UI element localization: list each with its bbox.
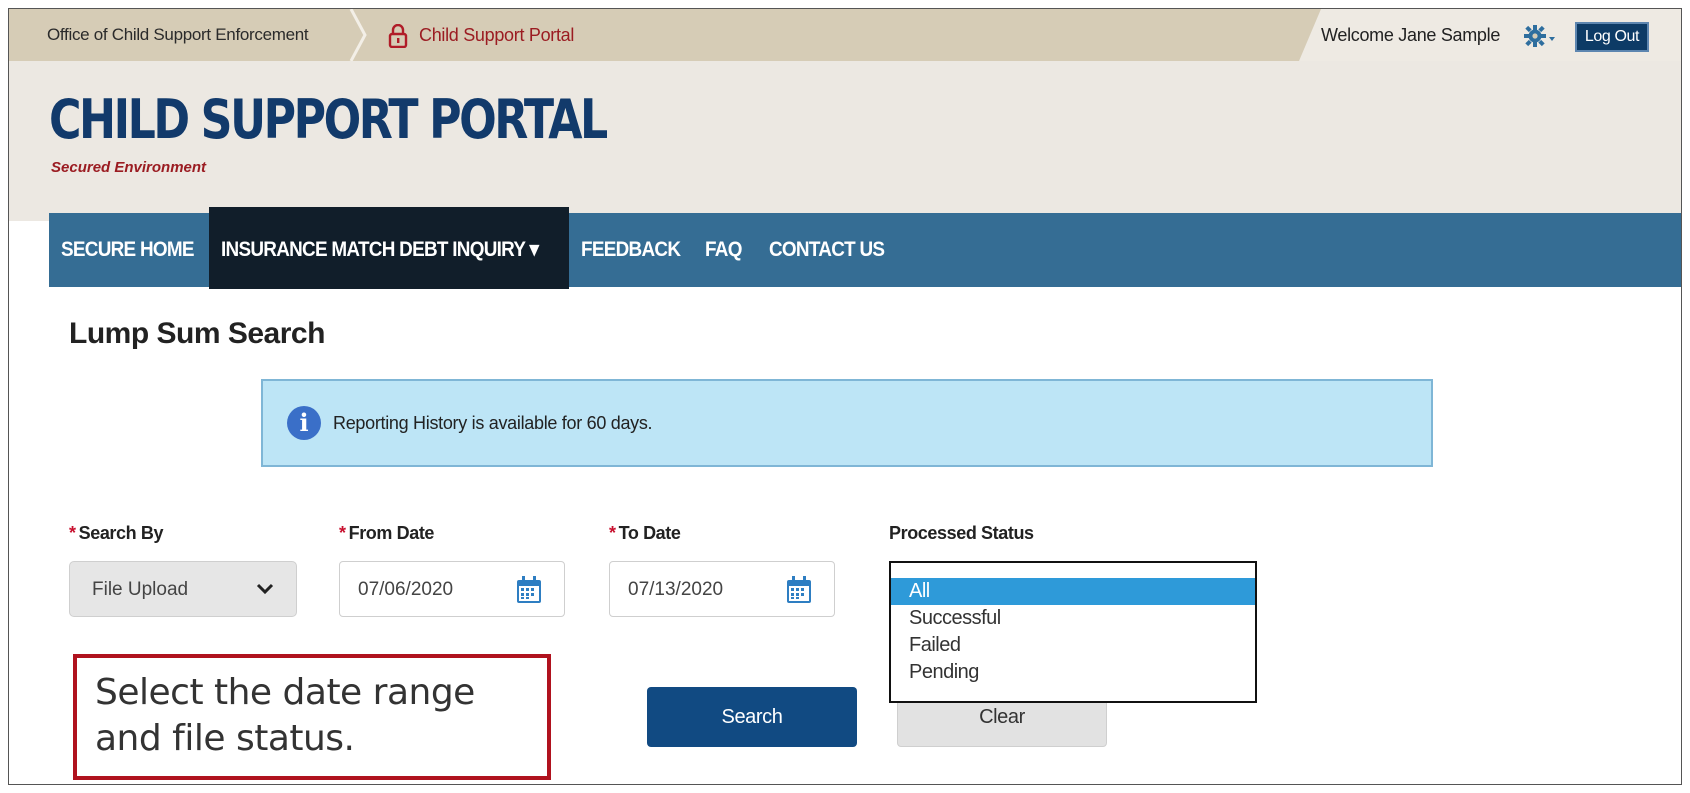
nav-item-contact-us[interactable]: CONTACT US bbox=[769, 213, 885, 287]
chevron-down-icon bbox=[256, 583, 274, 595]
welcome-text: Welcome Jane Sample bbox=[1321, 25, 1501, 45]
from-date-value: 07/06/2020 bbox=[358, 579, 454, 600]
page-title: Lump Sum Search bbox=[69, 317, 325, 350]
app-frame: Office of Child Support Enforcement Chil… bbox=[8, 8, 1682, 785]
top-bar: Office of Child Support Enforcement Chil… bbox=[9, 9, 1681, 61]
nav-item-faq[interactable]: FAQ bbox=[705, 213, 742, 287]
breadcrumb-portal-link[interactable]: Child Support Portal bbox=[419, 9, 574, 61]
search-button[interactable]: Search bbox=[647, 687, 857, 747]
status-option-all[interactable]: All bbox=[891, 578, 1255, 605]
to-date-value: 07/13/2020 bbox=[628, 579, 724, 600]
status-option-failed[interactable]: Failed bbox=[891, 632, 1255, 659]
from-date-input[interactable]: 07/06/2020 bbox=[339, 561, 565, 617]
search-by-select[interactable]: File Upload bbox=[69, 561, 297, 617]
logout-button[interactable]: Log Out bbox=[1575, 22, 1649, 52]
info-icon: i bbox=[287, 406, 321, 440]
calendar-icon[interactable] bbox=[786, 576, 812, 604]
site-header: CHILD SUPPORT PORTAL Secured Environment bbox=[9, 61, 1681, 221]
breadcrumb-separator-icon bbox=[349, 9, 367, 61]
gear-icon[interactable] bbox=[1524, 25, 1556, 47]
processed-status-label: Processed Status bbox=[889, 523, 1034, 543]
search-by-value: File Upload bbox=[92, 579, 189, 600]
from-date-label: * From Date bbox=[339, 523, 435, 543]
to-date-input[interactable]: 07/13/2020 bbox=[609, 561, 835, 617]
brand-title: CHILD SUPPORT PORTAL bbox=[49, 88, 608, 151]
info-text: Reporting History is available for 60 da… bbox=[333, 413, 653, 433]
brand-subtitle: Secured Environment bbox=[51, 159, 207, 176]
processed-status-listbox[interactable]: All Successful Failed Pending bbox=[889, 561, 1257, 703]
nav-item-feedback[interactable]: FEEDBACK bbox=[581, 213, 681, 287]
nav-item-secure-home[interactable]: SECURE HOME bbox=[61, 213, 195, 287]
search-by-label: * Search By bbox=[69, 523, 164, 543]
status-option-successful[interactable]: Successful bbox=[891, 605, 1255, 632]
instruction-callout: Select the date range and file status. bbox=[73, 654, 551, 780]
breadcrumb-office-link[interactable]: Office of Child Support Enforcement bbox=[47, 9, 309, 61]
status-option-pending[interactable]: Pending bbox=[891, 659, 1255, 686]
nav-item-insurance-match-debt-inquiry[interactable]: INSURANCE MATCH DEBT INQUIRY ▾ bbox=[221, 213, 539, 287]
calendar-icon[interactable] bbox=[516, 576, 542, 604]
info-banner: i Reporting History is available for 60 … bbox=[261, 379, 1433, 467]
lock-icon bbox=[388, 24, 408, 48]
to-date-label: * To Date bbox=[609, 523, 681, 543]
